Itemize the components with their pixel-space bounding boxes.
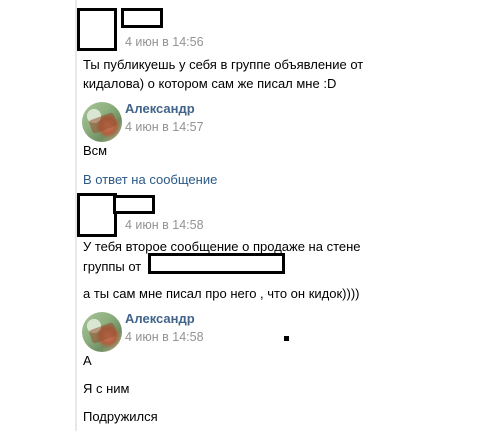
message-text: кидалова) о котором сам же писал мне :D [83,76,337,91]
sender-name[interactable]: Александр [125,101,195,116]
redacted-sender-name [121,8,163,28]
message-text: а ты сам мне писал про него , что он кид… [83,286,360,301]
message-timestamp[interactable]: 4 июн в 14:56 [125,35,204,49]
redacted-avatar [77,8,117,51]
redacted-avatar [77,193,117,237]
message-text: А [83,353,92,368]
message-timestamp[interactable]: 4 июн в 14:57 [125,120,204,134]
avatar[interactable] [82,312,122,352]
sender-name[interactable]: Александр [125,311,195,326]
message-text: Подружился [83,409,158,424]
reply-to-message-link[interactable]: В ответ на сообщение [83,172,217,187]
redacted-group-name [148,253,285,274]
message-text: Я с ним [83,381,130,396]
message-text: Ты публикуешь у себя в группе объявление… [83,57,364,72]
message-timestamp[interactable]: 4 июн в 14:58 [125,218,204,232]
redacted-sender-name [113,195,155,214]
message-text: группы от [83,259,142,274]
message-text: Всм [83,143,108,158]
dot-mark [284,336,289,341]
avatar[interactable] [82,102,122,142]
message-timestamp[interactable]: 4 июн в 14:58 [125,330,204,344]
